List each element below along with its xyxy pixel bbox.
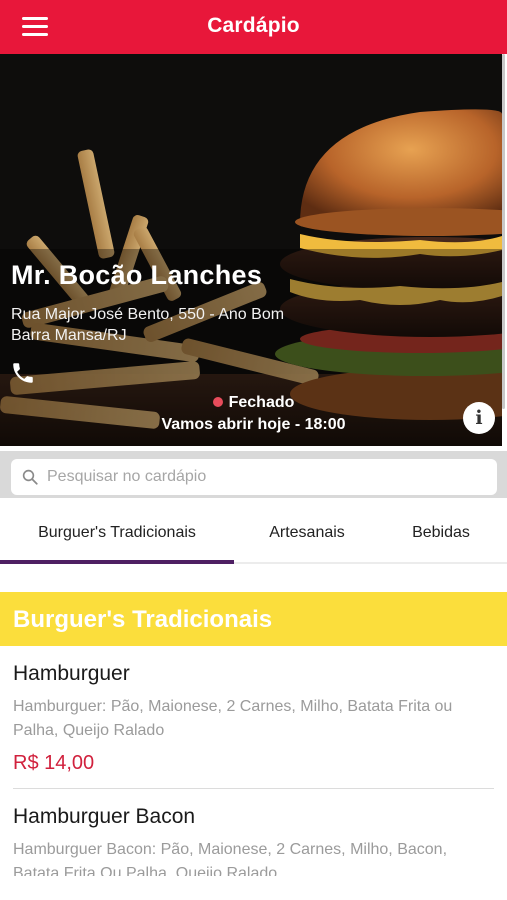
search-box: [11, 459, 497, 495]
section-title: Burguer's Tradicionais: [13, 606, 273, 633]
store-name: Mr. Bocão Lanches: [11, 260, 263, 290]
tab-burguers-tradicionais[interactable]: Burguer's Tradicionais: [0, 505, 234, 565]
store-status: Fechado: [0, 394, 502, 412]
phone-icon[interactable]: [10, 360, 36, 386]
status-dot-icon: [212, 397, 223, 407]
page-title: Cardápio: [207, 14, 300, 37]
tab-bebidas[interactable]: Bebidas: [380, 505, 502, 565]
store-address: Rua Major José Bento, 550 - Ano Bom Barr…: [11, 304, 284, 346]
store-banner: Mr. Bocão Lanches Rua Major José Bento, …: [0, 54, 502, 446]
tab-artesanais[interactable]: Artesanais: [234, 505, 380, 565]
opening-hours: Vamos abrir hoje - 18:00: [161, 416, 346, 433]
category-tabs: Burguer's Tradicionais Artesanais Bebida…: [0, 505, 507, 565]
list-item[interactable]: Hamburguer Bacon Hamburguer Bacon: Pão, …: [0, 789, 507, 876]
status-text: Fechado: [228, 394, 295, 411]
item-name: Hamburguer Bacon: [13, 805, 196, 828]
item-description: Hamburguer Bacon: Pão, Maionese, 2 Carne…: [13, 841, 448, 876]
item-name: Hamburguer: [13, 662, 130, 685]
item-description: Hamburguer: Pão, Maionese, 2 Carnes, Mil…: [13, 698, 453, 739]
info-icon[interactable]: i: [463, 402, 495, 434]
active-tab-indicator: [0, 560, 234, 564]
search-input[interactable]: [47, 459, 487, 495]
search-icon: [22, 469, 38, 485]
tabs-divider: [234, 562, 507, 564]
item-price: R$ 14,00: [13, 752, 95, 774]
app-bar: Cardápio: [0, 0, 507, 54]
search-bar: [0, 451, 507, 498]
list-item[interactable]: Hamburguer Hamburguer: Pão, Maionese, 2 …: [0, 646, 507, 789]
address-line-1: Rua Major José Bento, 550 - Ano Bom: [11, 306, 285, 323]
section-header: Burguer's Tradicionais: [0, 592, 507, 646]
menu-list: Hamburguer Hamburguer: Pão, Maionese, 2 …: [0, 646, 507, 876]
scrollbar[interactable]: [502, 54, 505, 409]
address-line-2: Barra Mansa/RJ: [11, 327, 127, 344]
